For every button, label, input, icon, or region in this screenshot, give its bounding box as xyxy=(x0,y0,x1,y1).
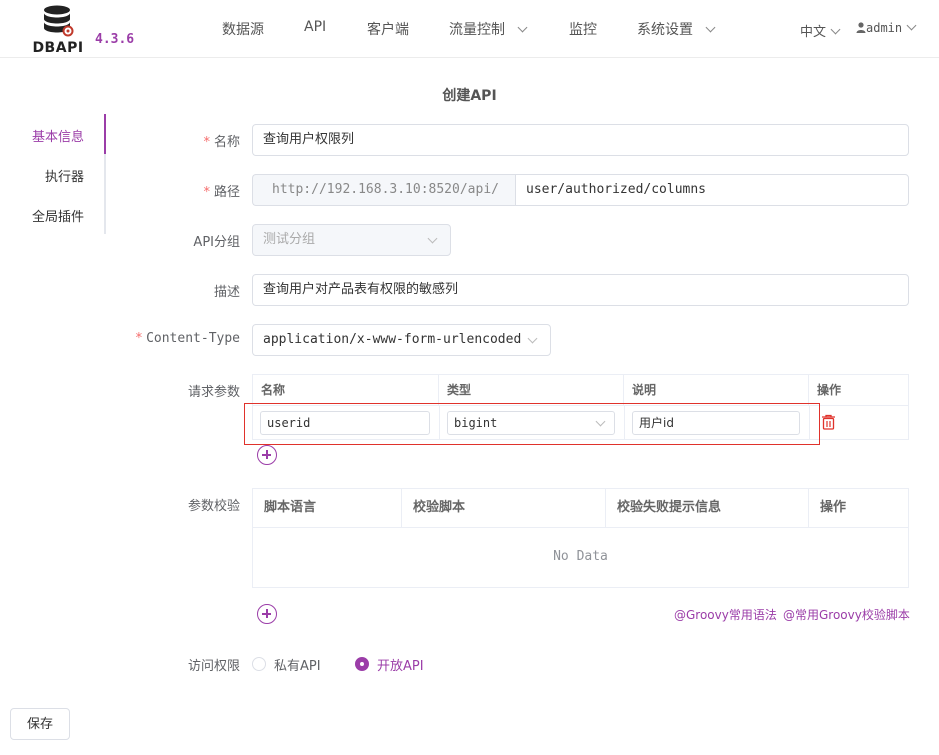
language-label: 中文 xyxy=(800,25,827,40)
radio-public[interactable] xyxy=(355,657,369,671)
chevron-down-icon xyxy=(705,22,716,33)
validate-label: 参数校验 xyxy=(187,499,240,514)
chevron-down-icon xyxy=(906,20,917,31)
nav-traffic-control[interactable]: 流量控制 xyxy=(449,19,528,39)
group-select[interactable]: 测试分组 xyxy=(252,224,451,256)
validate-table-header: 脚本语言 校验脚本 校验失败提示信息 操作 xyxy=(253,489,908,528)
desc-label: 描述 xyxy=(213,285,240,300)
content-type-select[interactable]: application/x-www-form-urlencoded xyxy=(252,324,551,356)
nav-client[interactable]: 客户端 xyxy=(367,19,409,39)
validate-col-action: 操作 xyxy=(820,500,847,515)
nav-datasource[interactable]: 数据源 xyxy=(222,19,264,39)
chevron-down-icon xyxy=(830,24,841,35)
nav-system-settings-label: 系统设置 xyxy=(637,22,693,38)
dbapi-logo[interactable]: DBAPI xyxy=(30,4,86,56)
username: admin xyxy=(866,21,903,35)
database-logo-icon xyxy=(44,5,74,37)
add-param-icon[interactable] xyxy=(257,445,277,465)
validate-col-language: 脚本语言 xyxy=(253,489,402,527)
validate-empty-text: No Data xyxy=(553,549,608,564)
save-button[interactable]: 保存 xyxy=(10,708,70,740)
desc-input[interactable]: 查询用户对产品表有权限的敏感列 xyxy=(252,274,909,306)
group-label: API分组 xyxy=(193,235,240,250)
group-select-value: 测试分组 xyxy=(263,232,316,247)
path-label-text: 路径 xyxy=(213,185,240,200)
validate-col-script: 校验脚本 xyxy=(402,489,606,527)
radio-private[interactable] xyxy=(252,657,266,671)
path-input[interactable]: user/authorized/columns xyxy=(515,174,909,206)
required-mark: * xyxy=(203,135,210,150)
groovy-syntax-link[interactable]: @Groovy常用语法 xyxy=(674,606,777,623)
params-col-action: 操作 xyxy=(817,383,842,397)
highlight-box xyxy=(244,403,820,445)
name-input[interactable]: 查询用户权限列 xyxy=(252,124,909,156)
nav-traffic-control-label: 流量控制 xyxy=(449,22,505,38)
logo-text: DBAPI xyxy=(32,40,84,56)
params-col-name: 名称 xyxy=(253,375,439,405)
chevron-down-icon xyxy=(427,233,438,244)
content-type-label: * Content-Type xyxy=(40,331,240,346)
nav-monitor[interactable]: 监控 xyxy=(569,19,597,39)
name-label-text: 名称 xyxy=(213,135,240,150)
params-col-desc: 说明 xyxy=(624,375,809,405)
required-mark: * xyxy=(203,185,210,200)
nav-system-settings[interactable]: 系统设置 xyxy=(637,19,716,39)
path-prefix: http://192.168.3.10:8520/api/ xyxy=(252,174,516,206)
params-table-header: 名称 类型 说明 操作 xyxy=(253,375,908,406)
trash-icon[interactable] xyxy=(821,414,836,430)
radio-public-label[interactable]: 开放API xyxy=(377,655,424,674)
page-title: 创建API xyxy=(442,88,497,104)
radio-private-label[interactable]: 私有API xyxy=(274,655,321,674)
user-menu[interactable]: admin xyxy=(856,20,917,36)
version-label: 4.3.6 xyxy=(95,32,135,47)
params-label: 请求参数 xyxy=(187,385,240,400)
add-validation-icon[interactable] xyxy=(257,604,277,624)
chevron-down-icon xyxy=(517,22,528,33)
nav-api[interactable]: API xyxy=(304,19,326,35)
required-mark: * xyxy=(135,331,143,346)
name-label: * 名称 xyxy=(40,131,240,150)
chevron-down-icon xyxy=(527,333,538,344)
language-switch[interactable]: 中文 xyxy=(800,21,841,40)
content-type-value: application/x-www-form-urlencoded xyxy=(263,332,522,347)
params-col-type: 类型 xyxy=(439,375,624,405)
validate-table: 脚本语言 校验脚本 校验失败提示信息 操作 No Data xyxy=(252,488,909,588)
content-type-label-text: Content-Type xyxy=(146,331,240,346)
user-icon xyxy=(856,22,866,33)
path-label: * 路径 xyxy=(40,181,240,200)
groovy-scripts-link[interactable]: @常用Groovy校验脚本 xyxy=(783,606,910,623)
validate-col-message: 校验失败提示信息 xyxy=(606,489,809,527)
top-header: DBAPI 4.3.6 数据源 API 客户端 流量控制 监控 系统设置 中文 … xyxy=(0,0,939,58)
side-item-global-plugins[interactable]: 全局插件 xyxy=(32,206,84,225)
access-label: 访问权限 xyxy=(187,659,240,674)
